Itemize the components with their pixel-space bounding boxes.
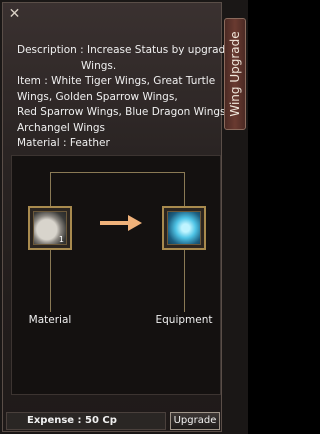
window-title: Wing Upgrade xyxy=(228,31,242,117)
connector-line xyxy=(50,250,51,312)
equipment-label: Equipment xyxy=(155,314,213,326)
description-line: Wings. xyxy=(81,59,117,72)
description-line: Red Sparrow Wings, Blue Dragon Wings, xyxy=(17,106,229,118)
description-line: Material : Feather xyxy=(17,137,110,149)
description-line: Description : Increase Status by upgrade xyxy=(17,44,232,56)
upgrade-button[interactable]: Upgrade xyxy=(170,412,220,430)
description-line: Item : White Tiger Wings, Great Turtle xyxy=(17,75,216,87)
wing-upgrade-window: ✕ Description : Increase Status by upgra… xyxy=(0,0,248,434)
description-line: Archangel Wings xyxy=(17,121,106,134)
material-slot[interactable]: 1 xyxy=(28,206,72,250)
equipment-slot[interactable] xyxy=(162,206,206,250)
description-line: Wings, Golden Sparrow Wings, xyxy=(17,90,178,103)
wings-icon xyxy=(167,211,201,245)
connector-line xyxy=(50,172,184,173)
close-icon[interactable]: ✕ xyxy=(7,7,22,22)
expense-text: Expense : 50 Cp xyxy=(27,415,117,426)
main-panel: ✕ Description : Increase Status by upgra… xyxy=(2,2,232,432)
feather-icon: 1 xyxy=(33,211,67,245)
window-title-tab: Wing Upgrade xyxy=(224,18,246,130)
description-text: Description : Increase Status by upgrade… xyxy=(17,43,232,152)
item-count: 1 xyxy=(58,235,64,244)
connector-line xyxy=(184,250,185,312)
upgrade-diagram: 1 Material Equipment xyxy=(11,155,221,395)
expense-bar: Expense : 50 Cp xyxy=(6,412,166,430)
connector-line xyxy=(184,172,185,206)
connector-line xyxy=(50,172,51,206)
material-label: Material xyxy=(28,314,72,326)
arrow-right-icon xyxy=(100,215,142,231)
